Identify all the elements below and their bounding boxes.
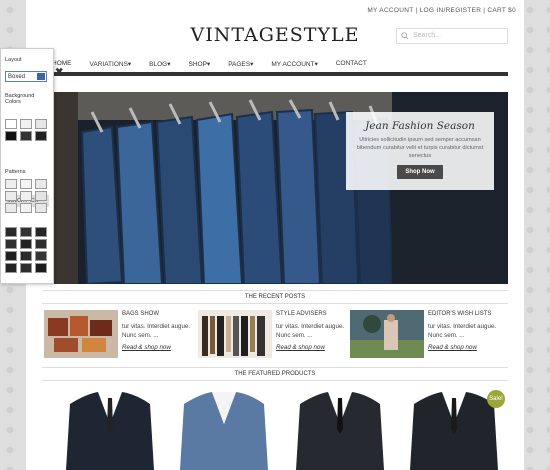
pattern-swatch[interactable] xyxy=(5,227,17,237)
post-image-wishlist xyxy=(350,310,424,358)
recent-posts-heading: THE RECENT POSTS xyxy=(42,290,508,304)
search-icon xyxy=(401,32,409,40)
layout-label: Layout xyxy=(5,57,22,63)
search-input[interactable]: Search... xyxy=(396,28,508,44)
hero-description: Ultricies sollicitudin ipsum sed semper … xyxy=(356,137,484,159)
product-image-black-suit[interactable] xyxy=(286,384,394,470)
post-read-link[interactable]: Read & shop now xyxy=(428,344,477,351)
color-swatch-grey[interactable] xyxy=(35,119,47,129)
pattern-swatch[interactable] xyxy=(20,203,32,213)
color-swatch-light[interactable] xyxy=(20,119,32,129)
post-card[interactable]: EDITOR'S WISH LISTS tur vitas. Interdiet… xyxy=(350,310,502,362)
color-swatch-charcoal[interactable] xyxy=(35,131,47,141)
nav-label: MY ACCOUNT xyxy=(271,61,315,68)
pattern-swatch[interactable] xyxy=(20,179,32,189)
color-swatch-dark[interactable] xyxy=(20,131,32,141)
featured-products-heading: THE FEATURED PRODUCTS xyxy=(42,367,508,381)
nav-pages[interactable]: PAGES▾ xyxy=(228,60,253,68)
post-card[interactable]: BAGS SHOW tur vitas. Interdiet augue. Nu… xyxy=(44,310,196,362)
pattern-swatch[interactable] xyxy=(5,251,17,261)
style-switcher-panel: Layout Boxed Background Colors COLOR PIC… xyxy=(0,48,54,284)
nav-label: PAGES xyxy=(228,61,251,68)
layout-select[interactable]: Boxed xyxy=(5,71,47,82)
shop-now-button[interactable]: Shop Now xyxy=(397,165,443,179)
pattern-swatch[interactable] xyxy=(35,227,47,237)
post-image-clothes-rack xyxy=(198,310,272,358)
post-excerpt: tur vitas. Interdiet augue. Nunc sem. ..… xyxy=(276,323,345,339)
pattern-swatch[interactable] xyxy=(35,263,47,273)
pattern-swatch[interactable] xyxy=(5,239,17,249)
pattern-swatch[interactable] xyxy=(20,227,32,237)
patterns-label: Patterns xyxy=(5,169,26,175)
pattern-swatch[interactable] xyxy=(35,203,47,213)
color-swatch-white[interactable] xyxy=(5,119,17,129)
nav-label: BLOG xyxy=(149,61,168,68)
pattern-swatch[interactable] xyxy=(35,251,47,261)
post-read-link[interactable]: Read & shop now xyxy=(122,344,171,351)
site-page: MY ACCOUNT | LOG IN/REGISTER | CART $0 V… xyxy=(26,0,524,470)
nav-my-account[interactable]: MY ACCOUNT▾ xyxy=(271,60,317,68)
nav-variations[interactable]: VARIATIONS▾ xyxy=(90,60,132,68)
post-excerpt: tur vitas. Interdiet augue. Nunc sem. ..… xyxy=(122,323,191,339)
post-title[interactable]: BAGS SHOW xyxy=(122,311,159,317)
pattern-swatch[interactable] xyxy=(20,263,32,273)
pattern-swatch[interactable] xyxy=(35,179,47,189)
close-icon[interactable]: ✖ xyxy=(55,67,63,78)
nav-shop[interactable]: SHOP▾ xyxy=(189,60,211,68)
hero-title: Jean Fashion Season xyxy=(365,120,475,132)
chevron-down-icon xyxy=(37,73,45,80)
pattern-swatch[interactable] xyxy=(35,239,47,249)
pattern-swatch[interactable] xyxy=(5,203,17,213)
post-excerpt: tur vitas. Interdiet augue. Nunc sem. ..… xyxy=(428,323,497,339)
layout-select-value: Boxed xyxy=(8,74,26,80)
pattern-swatch[interactable] xyxy=(5,191,17,201)
post-read-link[interactable]: Read & shop now xyxy=(276,344,325,351)
search-placeholder: Search... xyxy=(413,32,442,39)
background-colors-label: Background Colors xyxy=(5,93,35,105)
product-image-dark-suit[interactable] xyxy=(56,384,164,470)
pattern-swatch[interactable] xyxy=(5,179,17,189)
pattern-swatch[interactable] xyxy=(5,263,17,273)
pattern-swatch[interactable] xyxy=(35,191,47,201)
pattern-swatch[interactable] xyxy=(20,251,32,261)
hero-promo-box: Jean Fashion Season Ultricies sollicitud… xyxy=(346,112,494,190)
account-links[interactable]: MY ACCOUNT | LOG IN/REGISTER | CART $0 xyxy=(367,7,516,14)
post-title[interactable]: STYLE ADVISERS xyxy=(276,311,327,317)
post-image-bags xyxy=(44,310,118,358)
sale-badge: Sale! xyxy=(487,390,505,408)
main-nav: HOME VARIATIONS▾ BLOG▾ SHOP▾ PAGES▾ MY A… xyxy=(52,60,385,68)
hero-slider[interactable]: Jean Fashion Season Ultricies sollicitud… xyxy=(42,92,508,284)
nav-blog[interactable]: BLOG▾ xyxy=(149,60,170,68)
nav-divider xyxy=(42,72,508,76)
pattern-swatch[interactable] xyxy=(20,239,32,249)
nav-label: SHOP xyxy=(188,61,207,68)
pattern-swatch[interactable] xyxy=(20,191,32,201)
nav-label: VARIATIONS xyxy=(89,61,128,68)
post-card[interactable]: STYLE ADVISERS tur vitas. Interdiet augu… xyxy=(198,310,350,362)
product-image-blue-blazer[interactable] xyxy=(170,384,278,470)
post-title[interactable]: EDITOR'S WISH LISTS xyxy=(428,311,491,317)
color-swatch-black[interactable] xyxy=(5,131,17,141)
nav-contact[interactable]: CONTACT xyxy=(336,60,367,68)
